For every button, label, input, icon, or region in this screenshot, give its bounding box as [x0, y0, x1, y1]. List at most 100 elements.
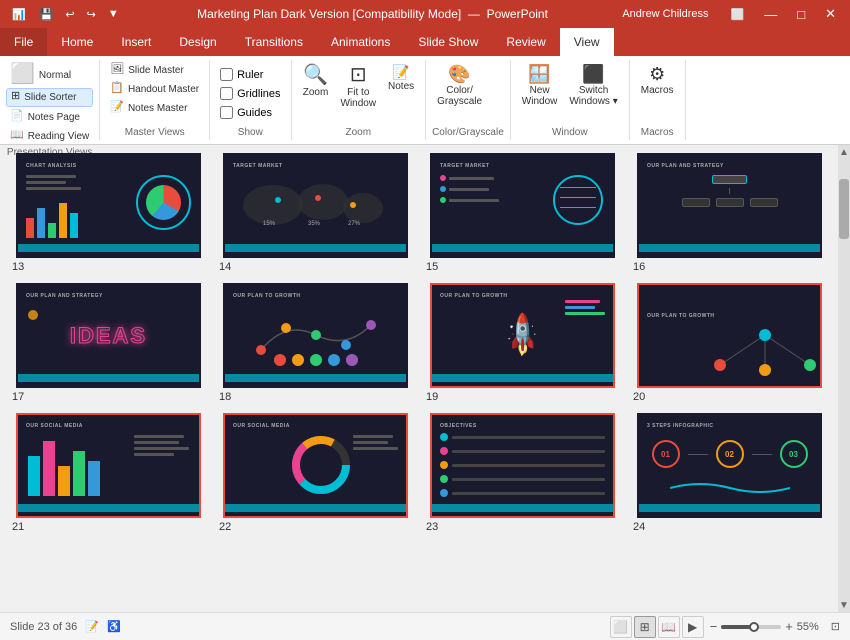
- tab-transitions[interactable]: Transitions: [231, 28, 317, 56]
- scroll-up-btn[interactable]: ▲: [838, 145, 850, 159]
- slide-13-bar-chart: [26, 198, 78, 238]
- slide-thumb-19[interactable]: OUR PLAN TO GROWTH 🚀: [430, 283, 615, 388]
- btn-zoom[interactable]: 🔍 Zoom: [298, 62, 334, 101]
- undo-qa-btn[interactable]: ↩: [61, 6, 78, 23]
- slide-thumb-13[interactable]: CHART ANALYSIS: [16, 153, 201, 258]
- btn-notes-zoom[interactable]: 📝 Notes: [383, 62, 419, 95]
- accessibility-icon[interactable]: ♿: [107, 620, 121, 633]
- tab-review[interactable]: Review: [492, 28, 559, 56]
- notes-page-icon: 📄: [10, 111, 24, 122]
- scroll-down-btn[interactable]: ▼: [838, 598, 850, 612]
- slide-sorter-label: Slide Sorter: [24, 92, 76, 103]
- show-gridlines[interactable]: Gridlines: [216, 85, 284, 102]
- scrollbar[interactable]: ▲ ▼: [838, 145, 850, 612]
- fit-slide-btn[interactable]: ⊡: [831, 620, 840, 633]
- slide-num-21: 21: [12, 521, 205, 533]
- slide-20-title: OUR PLAN TO GROWTH: [647, 313, 715, 319]
- slide-thumb-22[interactable]: OUR SOCIAL MEDIA: [223, 413, 408, 518]
- btn-color-grayscale[interactable]: 🎨 Color/Grayscale: [432, 62, 487, 110]
- zoom-slider[interactable]: [721, 625, 781, 629]
- view-icons: ⬜ ⊞ 📖 ▶: [610, 616, 704, 638]
- normal-view-icon: ⬜: [10, 64, 35, 84]
- normal-label: Normal: [39, 70, 71, 81]
- close-btn[interactable]: ✕: [819, 4, 842, 24]
- slide-24-teal-bar: [639, 504, 820, 512]
- save-qa-btn[interactable]: 💾: [36, 6, 58, 23]
- app-icon: 📊: [8, 6, 30, 23]
- slide-thumb-16[interactable]: OUR PLAN AND STRATEGY: [637, 153, 822, 258]
- title-bar-left: 📊 💾 ↩ ↪ ▼: [8, 6, 123, 23]
- guides-checkbox[interactable]: [220, 106, 233, 119]
- zoom-out-btn[interactable]: −: [710, 619, 718, 634]
- slide-thumb-23[interactable]: OBJECTIVES: [430, 413, 615, 518]
- btn-notes-master[interactable]: 📝 Notes Master: [106, 100, 203, 117]
- tab-animations-label: Animations: [331, 35, 390, 49]
- tab-view[interactable]: View: [560, 28, 614, 56]
- color-items: 🎨 Color/Grayscale: [432, 62, 504, 125]
- btn-slide-master[interactable]: 🖼 Slide Master: [106, 62, 203, 79]
- view-btn-slideshow[interactable]: ▶: [682, 616, 704, 638]
- slide-thumb-20[interactable]: OUR PLAN TO GROWTH: [637, 283, 822, 388]
- slide-item-23: OBJECTIVES: [426, 413, 619, 533]
- btn-fit-to-window[interactable]: ⊡ Fit toWindow: [336, 62, 382, 112]
- tab-insert[interactable]: Insert: [107, 28, 165, 56]
- slide-20-network-svg: [690, 325, 822, 385]
- tab-design[interactable]: Design: [165, 28, 230, 56]
- btn-normal[interactable]: ⬜ Normal: [6, 62, 75, 88]
- ruler-checkbox[interactable]: [220, 68, 233, 81]
- btn-notes-page[interactable]: 📄 Notes Page: [6, 109, 93, 126]
- btn-new-window[interactable]: 🪟 NewWindow: [517, 62, 563, 110]
- tab-home[interactable]: Home: [47, 28, 107, 56]
- btn-slide-sorter[interactable]: ⊞ Slide Sorter: [6, 88, 93, 107]
- group-color: 🎨 Color/Grayscale Color/Grayscale: [426, 60, 511, 140]
- btn-reading-view[interactable]: 📖 Reading View: [6, 128, 93, 145]
- maximize-btn[interactable]: □: [791, 5, 811, 24]
- slide-17-ideas-text: IDEAS: [70, 323, 147, 349]
- btn-switch-windows[interactable]: ⬛ SwitchWindows ▾: [564, 62, 622, 110]
- zoom-percent[interactable]: 55%: [797, 621, 827, 633]
- slide-thumb-15[interactable]: TARGET MARKET: [430, 153, 615, 258]
- color-group-label: Color/Grayscale: [432, 125, 504, 138]
- group-master-views: 🖼 Slide Master 📋 Handout Master 📝 Notes …: [100, 60, 210, 140]
- show-guides[interactable]: Guides: [216, 104, 284, 121]
- view-btn-normal[interactable]: ⬜: [610, 616, 632, 638]
- zoom-slider-thumb[interactable]: [749, 622, 759, 632]
- slide-sorter-icon: ⊞: [11, 91, 20, 102]
- slide-24-title: 3 STEPS INFOGRAPHIC: [647, 423, 713, 429]
- show-ruler[interactable]: Ruler: [216, 66, 284, 83]
- tab-animations[interactable]: Animations: [317, 28, 404, 56]
- view-btn-reading[interactable]: 📖: [658, 616, 680, 638]
- slide-14-title: TARGET MARKET: [233, 163, 282, 169]
- customize-qa-btn[interactable]: ▼: [104, 6, 123, 22]
- scroll-thumb[interactable]: [839, 179, 849, 239]
- slide-thumb-17[interactable]: OUR PLAN AND STRATEGY IDEAS: [16, 283, 201, 388]
- btn-macros[interactable]: ⚙ Macros: [636, 62, 679, 99]
- zoom-in-btn[interactable]: +: [785, 619, 793, 634]
- title-bar: 📊 💾 ↩ ↪ ▼ Marketing Plan Dark Version [C…: [0, 0, 850, 28]
- ribbon-tab-strip: File Home Insert Design Transitions Anim…: [0, 28, 850, 56]
- slide-thumb-21[interactable]: OUR SOCIAL MEDIA: [16, 413, 201, 518]
- slide-num-20: 20: [633, 391, 826, 403]
- slide-thumb-24[interactable]: 3 STEPS INFOGRAPHIC 01 02 03: [637, 413, 822, 518]
- slide-thumb-18[interactable]: OUR PLAN TO GROWTH: [223, 283, 408, 388]
- quick-access-toolbar: 💾 ↩ ↪ ▼: [36, 6, 123, 23]
- redo-qa-btn[interactable]: ↪: [83, 6, 100, 23]
- slide-18-title: OUR PLAN TO GROWTH: [233, 293, 301, 299]
- slide-item-16: OUR PLAN AND STRATEGY: [633, 153, 826, 273]
- tab-file[interactable]: File: [0, 28, 47, 56]
- restore-btn[interactable]: ⬜: [725, 6, 751, 23]
- minimize-btn[interactable]: —: [758, 5, 783, 24]
- notes-icon[interactable]: 📝: [85, 620, 99, 633]
- pv-items: ⬜ Normal ⊞ Slide Sorter 📄 Notes Page 📖 R…: [6, 62, 93, 145]
- tab-slideshow[interactable]: Slide Show: [404, 28, 492, 56]
- svg-text:15%: 15%: [263, 221, 276, 227]
- slide-thumb-14[interactable]: TARGET MARKET: [223, 153, 408, 258]
- window-group-label: Window: [517, 125, 623, 138]
- slide-num-22: 22: [219, 521, 412, 533]
- view-btn-sorter[interactable]: ⊞: [634, 616, 656, 638]
- btn-handout-master[interactable]: 📋 Handout Master: [106, 81, 203, 98]
- gridlines-checkbox[interactable]: [220, 87, 233, 100]
- handout-master-label: Handout Master: [128, 84, 199, 95]
- slide-19-teal-bar: [432, 374, 613, 382]
- status-right: ⬜ ⊞ 📖 ▶ − + 55% ⊡: [610, 616, 840, 638]
